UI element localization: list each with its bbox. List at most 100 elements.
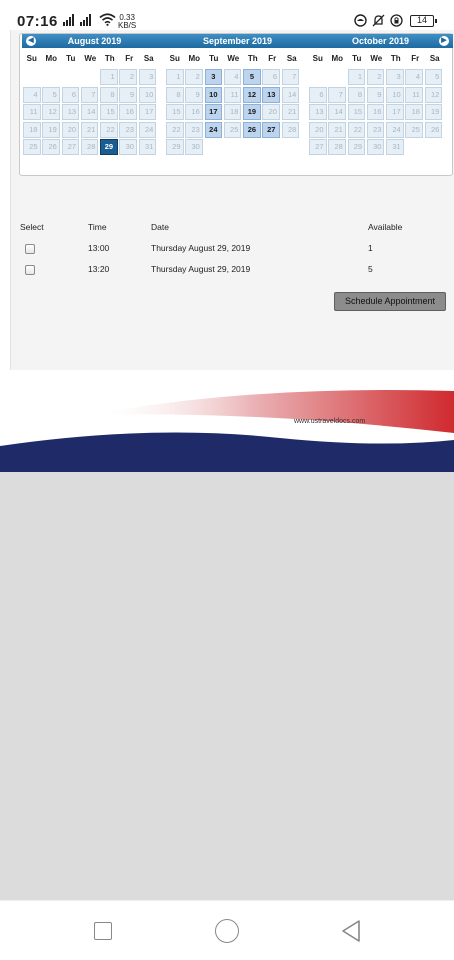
header-select: Select (20, 222, 44, 232)
calendar-day: 12 (424, 86, 443, 103)
banner-graphic (0, 390, 454, 472)
calendar-day[interactable]: 26 (243, 121, 261, 138)
calendar-day: 26 (424, 121, 443, 138)
calendar-day: 28 (281, 121, 300, 138)
month-title: October 2019 (351, 36, 410, 46)
prev-month-icon[interactable]: ◀ (26, 36, 36, 46)
calendar-day: 24 (386, 121, 404, 138)
calendar-day: 14 (281, 86, 300, 103)
header-available: Available (368, 222, 403, 232)
calendar-day: 27 (61, 139, 80, 156)
schedule-appointment-button[interactable]: Schedule Appointment (334, 292, 446, 311)
slot-time: 13:00 (88, 243, 110, 253)
calendar-day[interactable]: 3 (204, 69, 223, 85)
appointment-panel: ◀ August 2019 Su Mo Tu We Th Fr Sa 1 2 3 4 5 6 7 8 9 10… (10, 30, 454, 370)
calendar-day: 23 (185, 121, 203, 138)
calendar-day: 6 (61, 86, 80, 103)
weekday-label: Fr (125, 54, 134, 63)
calendar-day: 22 (166, 121, 184, 138)
month-title: September 2019 (202, 36, 273, 46)
navigation-bar (0, 900, 454, 960)
calendar-day: 26 (42, 139, 60, 156)
weekday-label: Th (247, 54, 258, 63)
calendar-day: 1 (166, 69, 184, 85)
calendar-day: 31 (138, 139, 157, 156)
slot-date: Thursday August 29, 2019 (151, 264, 251, 274)
calendar-day[interactable]: 29 (100, 139, 118, 156)
silent-mode-icon (372, 14, 385, 27)
weekday-label: We (84, 54, 97, 63)
calendar-day: 20 (309, 121, 327, 138)
calendar-day: 22 (100, 121, 118, 138)
weekday-label: Su (312, 54, 323, 63)
calendar-empty-cell (309, 69, 327, 85)
calendar-day: 25 (405, 121, 423, 138)
slot-available: 5 (368, 264, 373, 274)
calendar-day: 12 (42, 104, 60, 121)
calendar-day: 9 (119, 86, 137, 103)
calendar-day: 5 (42, 86, 60, 103)
calendar-day[interactable]: 19 (243, 104, 261, 121)
calendar-day: 24 (138, 121, 157, 138)
month-august: ◀ August 2019 Su Mo Tu We Th Fr Sa 1 2 3 4 5 6 7 8 9 10… (22, 34, 167, 156)
slot-checkbox[interactable] (25, 265, 35, 275)
weekday-label: Sa (286, 54, 297, 63)
calendar-day: 25 (223, 121, 242, 138)
calendar-day[interactable]: 24 (204, 121, 223, 138)
calendar-day: 8 (166, 86, 184, 103)
calendar-day: 17 (138, 104, 157, 121)
back-icon[interactable] (340, 919, 362, 943)
calendar-day: 14 (80, 104, 99, 121)
calendar-day[interactable]: 17 (204, 104, 223, 121)
calendar-day[interactable]: 13 (262, 86, 280, 103)
calendar-day: 3 (138, 69, 157, 85)
calendar-day: 18 (405, 104, 423, 121)
calendar-day: 21 (328, 121, 346, 138)
header-date: Date (151, 222, 169, 232)
recent-apps-icon[interactable] (94, 922, 112, 940)
calendar-day: 5 (424, 69, 443, 85)
calendar-day: 18 (223, 104, 242, 121)
table-row: 13:00 Thursday August 29, 2019 1 (10, 239, 430, 260)
calendar-day[interactable]: 5 (243, 69, 261, 85)
calendar-day: 19 (424, 104, 443, 121)
empty-content-area (0, 472, 454, 900)
calendar-day: 30 (366, 139, 385, 156)
weekday-label: Fr (411, 54, 420, 63)
weekday-label: Mo (45, 54, 58, 63)
weekday-label: Mo (188, 54, 201, 63)
weekday-label: Tu (66, 54, 76, 63)
calendar-day: 21 (80, 121, 99, 138)
battery-icon: 14 (410, 15, 437, 27)
month-header: September 2019 (165, 34, 310, 48)
home-icon[interactable] (215, 919, 239, 943)
calendar-day[interactable]: 10 (204, 86, 223, 103)
app-notification-icon (354, 14, 367, 27)
signal-icon-2 (80, 14, 91, 26)
calendar-day: 29 (347, 139, 366, 156)
calendar-day: 30 (185, 139, 203, 156)
calendar-day: 21 (281, 104, 300, 121)
calendar-day: 8 (347, 86, 366, 103)
header-time: Time (88, 222, 107, 232)
lock-rotation-icon (390, 14, 403, 27)
calendar-day: 11 (405, 86, 423, 103)
wifi-icon (99, 13, 116, 26)
calendar-day: 4 (23, 86, 41, 103)
month-october: October 2019 ▶ Su Mo Tu We Th Fr Sa 1234567891… (308, 34, 453, 156)
calendar-day: 29 (166, 139, 184, 156)
network-speed-unit: KB/S (118, 21, 137, 30)
calendar-day: 20 (262, 104, 280, 121)
banner-url[interactable]: www.ustraveldocs.com (294, 418, 365, 425)
weekday-label: Tu (352, 54, 362, 63)
calendar-day: 16 (119, 104, 137, 121)
time-slot-table: Select Time Date Available 13:00 Thursda… (10, 218, 430, 281)
calendar-day: 7 (281, 69, 300, 85)
calendar-day[interactable]: 27 (262, 121, 280, 138)
month-header: October 2019 ▶ (308, 34, 453, 48)
calendar-day: 7 (328, 86, 346, 103)
weekday-label: Su (169, 54, 180, 63)
calendar-day[interactable]: 12 (243, 86, 261, 103)
slot-checkbox[interactable] (25, 244, 35, 254)
next-month-icon[interactable]: ▶ (439, 36, 449, 46)
